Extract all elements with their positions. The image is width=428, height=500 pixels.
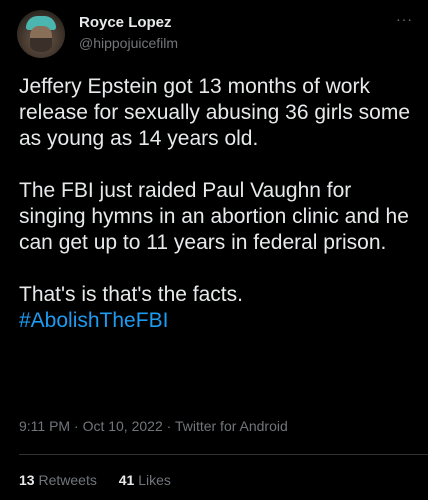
retweets-stat[interactable]: 13 Retweets — [19, 472, 97, 488]
tweet-paragraph: The FBI just raided Paul Vaughn for sing… — [19, 179, 409, 254]
tweet-stats: 13 Retweets 41 Likes — [19, 472, 171, 488]
display-name[interactable]: Royce Lopez — [79, 14, 172, 31]
retweets-count: 13 — [19, 472, 35, 488]
avatar-beard — [30, 38, 52, 52]
tweet-time[interactable]: 9:11 PM — [19, 418, 70, 434]
tweet-meta: 9:11 PM · Oct 10, 2022 · Twitter for And… — [19, 418, 288, 434]
divider — [19, 454, 428, 455]
tweet-paragraph: That's is that's the facts. — [19, 283, 243, 306]
likes-label: Likes — [138, 472, 171, 488]
user-handle[interactable]: @hippojuicefilm — [79, 35, 178, 51]
hashtag-link[interactable]: #AbolishTheFBI — [19, 308, 415, 334]
meta-separator: · — [162, 418, 175, 434]
tweet-date[interactable]: Oct 10, 2022 — [83, 418, 163, 434]
retweets-label: Retweets — [38, 472, 97, 488]
tweet-text: Jeffery Epstein got 13 months of work re… — [19, 74, 415, 334]
likes-count: 41 — [118, 472, 135, 488]
tweet-paragraph: Jeffery Epstein got 13 months of work re… — [19, 75, 411, 150]
likes-stat[interactable]: 41 Likes — [119, 472, 171, 488]
avatar[interactable] — [17, 10, 65, 58]
tweet-header: Royce Lopez @hippojuicefilm ··· — [17, 10, 417, 58]
more-horizontal-icon[interactable]: ··· — [396, 12, 413, 26]
meta-separator: · — [70, 418, 83, 434]
tweet-source[interactable]: Twitter for Android — [175, 418, 288, 434]
